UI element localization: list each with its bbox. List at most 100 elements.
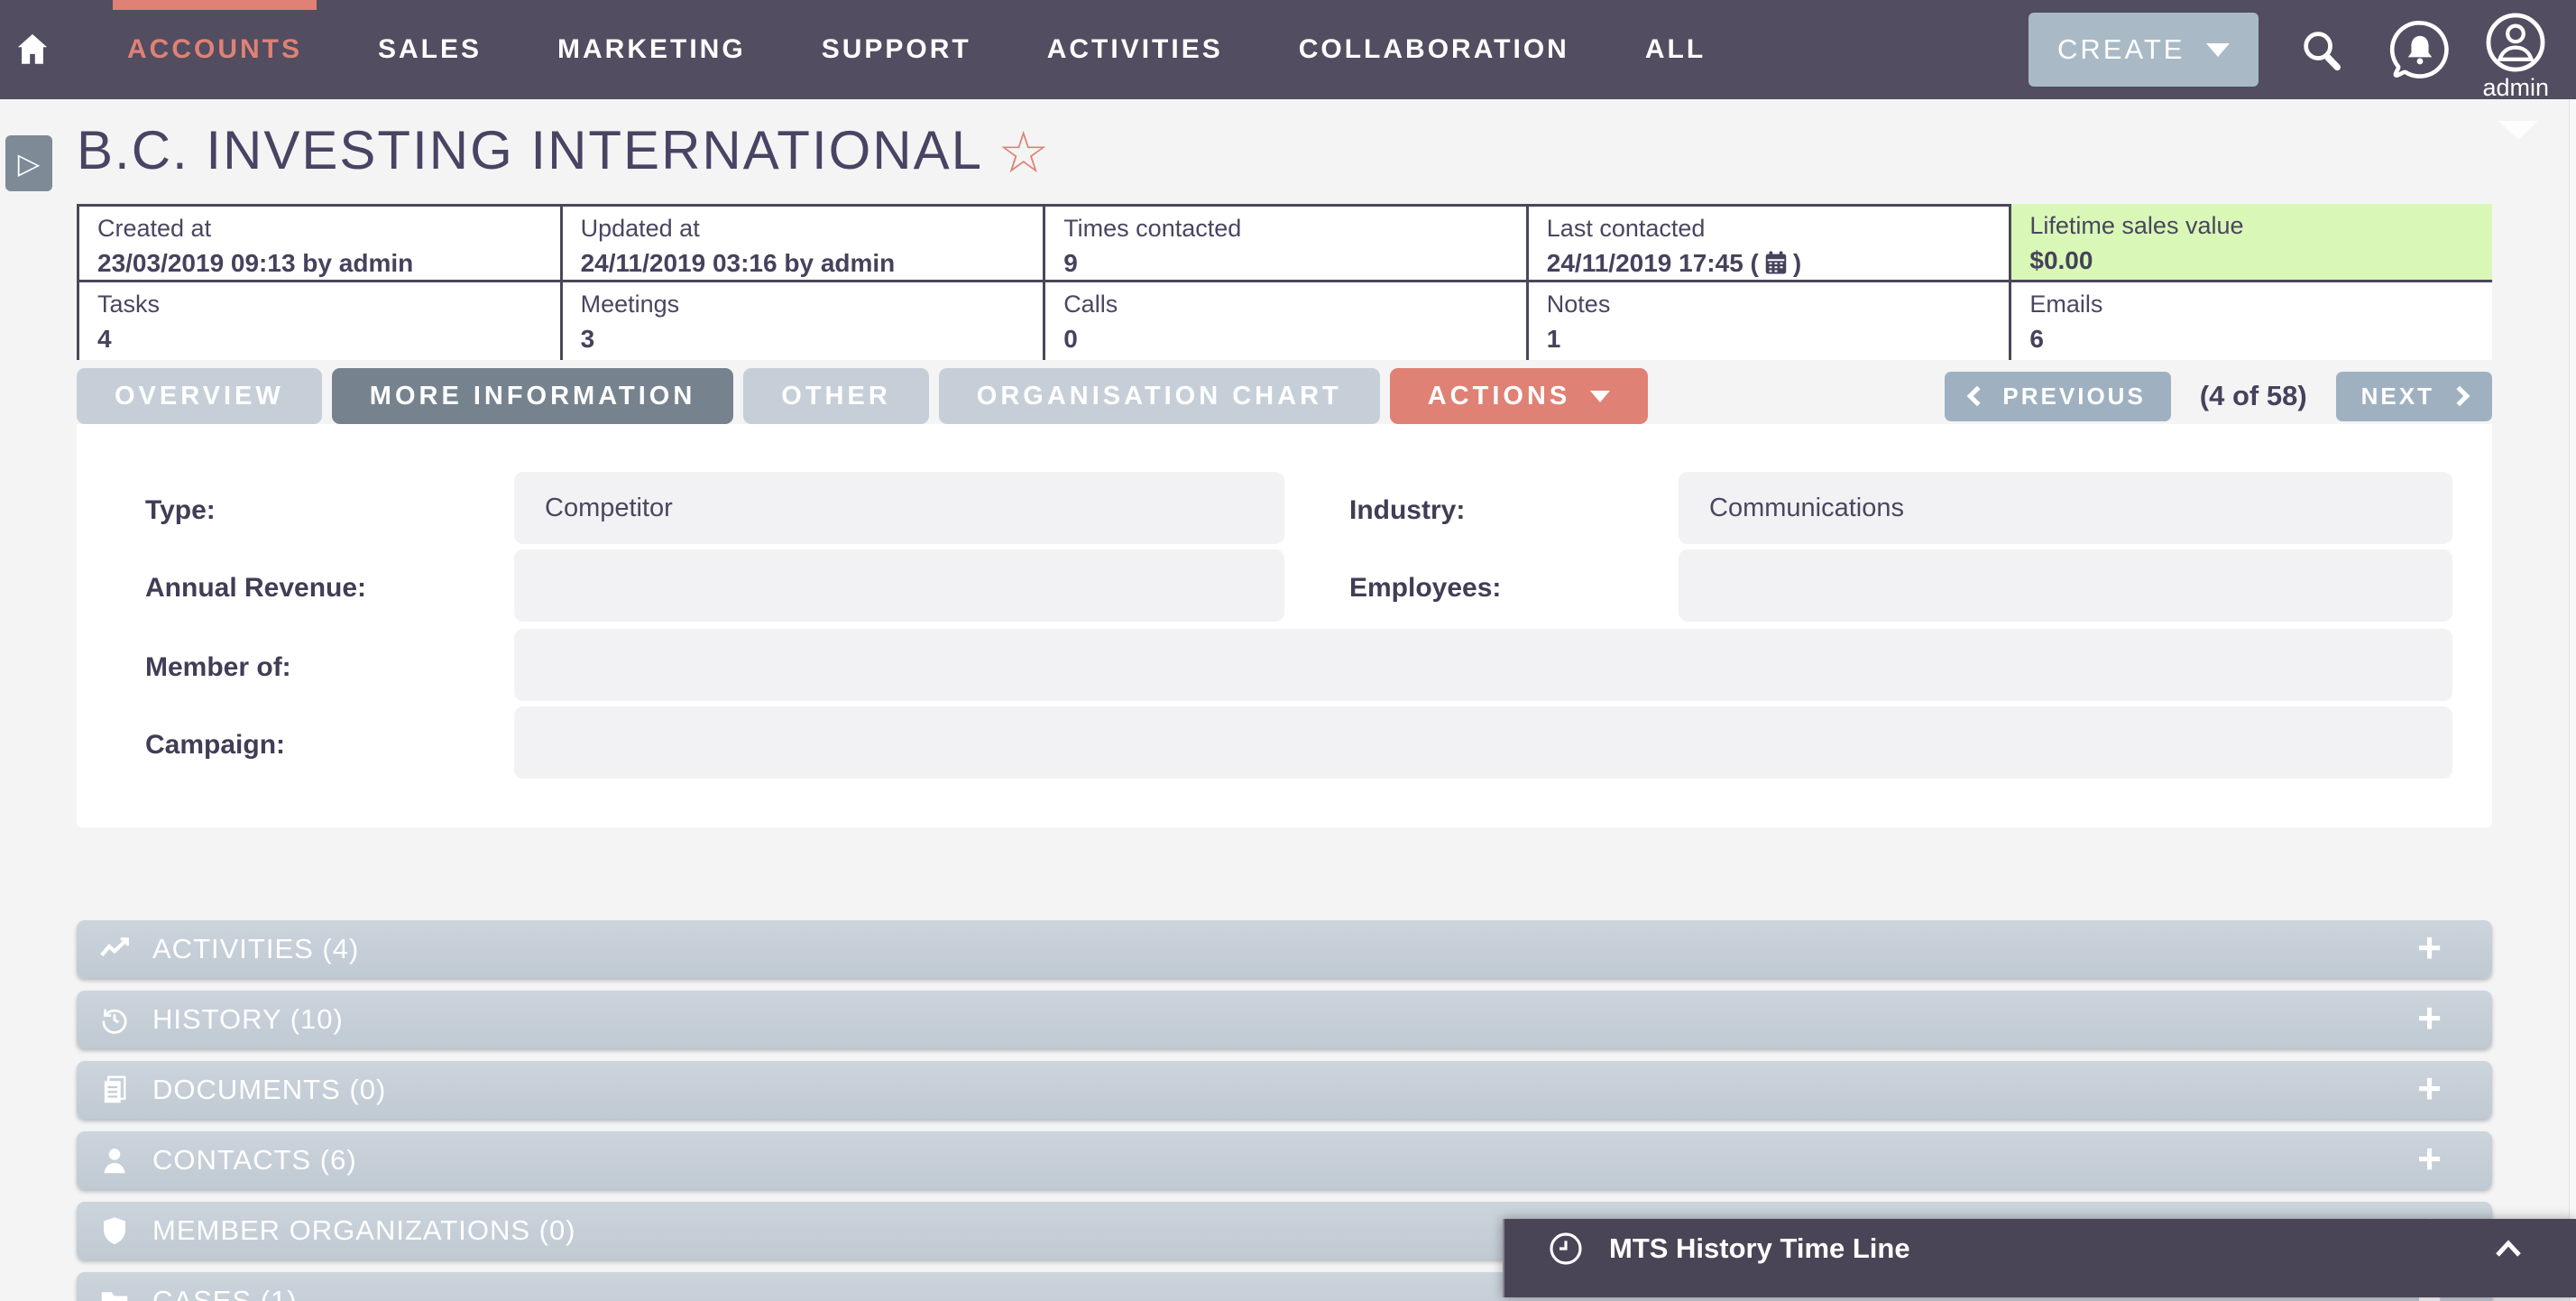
chevron-right-icon <box>2449 385 2470 407</box>
stat-label: Meetings <box>580 291 680 318</box>
panel-history[interactable]: HISTORY (10) + <box>77 991 2492 1048</box>
sidebar-toggle-button[interactable]: ▷ <box>5 135 52 191</box>
navbar-right: CREATE admin <box>2029 0 2549 102</box>
favorite-star-icon[interactable]: ☆ <box>998 120 1051 187</box>
field-value-employees[interactable] <box>1679 549 2452 622</box>
field-value-campaign[interactable] <box>514 706 2452 779</box>
stat-label: Updated at <box>580 215 700 242</box>
stat-cell-updated-at: Updated at 24/11/2019 03:16 by admin <box>559 204 1044 280</box>
stat-cell-lifetime-sales-value: Lifetime sales value $0.00 <box>2009 204 2492 280</box>
tab-more-information[interactable]: MORE INFORMATION <box>331 368 734 424</box>
nav-item-activities[interactable]: ACTIVITIES <box>1033 0 1237 99</box>
stat-value: 1 <box>1546 325 1561 353</box>
account-stats-table: Created at 23/03/2019 09:13 by admin Upd… <box>77 204 2492 360</box>
contacts-icon <box>98 1144 131 1176</box>
stat-cell-notes: Notes 1 <box>1525 282 2010 360</box>
nav-item-accounts[interactable]: ACCOUNTS <box>113 0 317 99</box>
panel-activities[interactable]: ACTIVITIES (4) + <box>77 920 2492 978</box>
stat-cell-calls: Calls 0 <box>1043 282 1526 360</box>
stat-label: Emails <box>2029 291 2103 318</box>
field-value-type[interactable]: Competitor <box>514 472 1284 544</box>
notifications-bell-icon[interactable] <box>2387 16 2453 83</box>
mts-history-timeline-widget: MTS History Time Line <box>1503 1219 2576 1297</box>
user-name-label: admin <box>2482 74 2549 101</box>
avatar-icon <box>2485 12 2546 73</box>
expand-plus-icon[interactable]: + <box>2417 927 2442 968</box>
nav-item-collaboration[interactable]: COLLABORATION <box>1284 0 1584 99</box>
stat-value: 3 <box>580 325 595 353</box>
stat-cell-tasks: Tasks 4 <box>77 282 560 360</box>
expand-plus-icon[interactable]: + <box>2417 1067 2442 1109</box>
stats-row-1: Created at 23/03/2019 09:13 by admin Upd… <box>77 204 2492 282</box>
chevron-down-icon <box>2206 42 2231 57</box>
collapse-page-caret-icon[interactable] <box>2498 121 2538 140</box>
field-label-type: Type: <box>145 495 216 525</box>
nav-item-support[interactable]: SUPPORT <box>807 0 986 99</box>
stat-value: 23/03/2019 09:13 by admin <box>97 249 414 277</box>
home-icon[interactable] <box>14 31 51 69</box>
paren-close: ) <box>1792 249 1802 277</box>
tab-organisation-chart[interactable]: ORGANISATION CHART <box>938 368 1380 424</box>
field-label-campaign: Campaign: <box>145 730 286 760</box>
panel-contacts[interactable]: CONTACTS (6) + <box>77 1131 2492 1189</box>
stat-cell-meetings: Meetings 3 <box>559 282 1044 360</box>
stats-row-2: Tasks 4 Meetings 3 Calls 0 Notes 1 Email… <box>77 282 2492 360</box>
documents-icon <box>98 1074 131 1106</box>
actions-dropdown-button[interactable]: ACTIONS <box>1389 368 1649 424</box>
stat-label: Tasks <box>97 291 161 318</box>
last-contacted-date: 24/11/2019 17:45 <box>1546 249 1743 277</box>
tab-other[interactable]: OTHER <box>743 368 929 424</box>
chevron-left-icon <box>1967 385 1988 407</box>
stat-value: 6 <box>2029 325 2044 353</box>
stat-value: 0 <box>1063 325 1078 353</box>
expand-plus-icon[interactable]: + <box>2417 997 2442 1038</box>
panel-label: CONTACTS (6) <box>152 1144 357 1176</box>
nav-item-sales[interactable]: SALES <box>363 0 496 99</box>
chevron-up-icon[interactable] <box>2493 1238 2524 1259</box>
stat-label: Calls <box>1063 291 1118 318</box>
panel-documents[interactable]: DOCUMENTS (0) + <box>77 1061 2492 1119</box>
next-record-button[interactable]: NEXT <box>2335 371 2492 421</box>
shield-icon <box>98 1214 131 1247</box>
clock-icon <box>1548 1231 1584 1267</box>
create-button-label: CREATE <box>2057 33 2185 65</box>
stat-value: $0.00 <box>2029 246 2093 274</box>
activities-icon <box>98 933 131 965</box>
actions-label: ACTIONS <box>1427 381 1571 411</box>
account-name: B.C. INVESTING INTERNATIONAL <box>77 120 984 180</box>
page-header: ▷ B.C. INVESTING INTERNATIONAL ☆ <box>0 99 2576 204</box>
tab-overview[interactable]: OVERVIEW <box>77 368 322 424</box>
stat-cell-emails: Emails 6 <box>2009 282 2492 360</box>
page-scrollbar[interactable] <box>2569 0 2576 1301</box>
field-label-industry: Industry: <box>1349 495 1466 525</box>
record-count: (4 of 58) <box>2199 380 2307 411</box>
search-icon[interactable] <box>2298 26 2345 73</box>
field-value-member-of[interactable] <box>514 629 2452 701</box>
expand-plus-icon[interactable]: + <box>2417 1138 2442 1179</box>
field-label-member-of: Member of: <box>145 652 291 682</box>
panel-label: ACTIVITIES (4) <box>152 933 360 964</box>
paren-open: ( <box>1750 249 1759 277</box>
page-title: B.C. INVESTING INTERNATIONAL ☆ <box>77 119 1051 187</box>
calendar-icon[interactable] <box>1762 249 1789 276</box>
panel-label: DOCUMENTS (0) <box>152 1074 387 1105</box>
stat-value: 4 <box>97 325 112 353</box>
stat-cell-created-at: Created at 23/03/2019 09:13 by admin <box>77 204 560 280</box>
field-value-industry[interactable]: Communications <box>1679 472 2452 544</box>
stat-value: 24/11/2019 03:16 by admin <box>580 249 896 277</box>
timeline-header[interactable]: MTS History Time Line <box>1504 1219 2576 1278</box>
stat-cell-times-contacted: Times contacted 9 <box>1043 204 1526 280</box>
field-label-employees: Employees: <box>1349 573 1502 603</box>
user-menu[interactable]: admin <box>2482 12 2549 102</box>
create-button[interactable]: CREATE <box>2029 13 2259 87</box>
panel-label: CASES (1) <box>152 1285 298 1301</box>
stat-label: Created at <box>97 215 212 242</box>
previous-record-button[interactable]: PREVIOUS <box>1945 371 2171 421</box>
stat-label: Times contacted <box>1063 215 1242 242</box>
field-value-annual-revenue[interactable] <box>514 549 1284 622</box>
stat-label: Notes <box>1546 291 1611 318</box>
nav-item-marketing[interactable]: MARKETING <box>543 0 760 99</box>
nav-item-all[interactable]: ALL <box>1631 0 1720 99</box>
stat-value: 24/11/2019 17:45 () <box>1547 249 1992 278</box>
field-label-annual-revenue: Annual Revenue: <box>145 573 367 603</box>
